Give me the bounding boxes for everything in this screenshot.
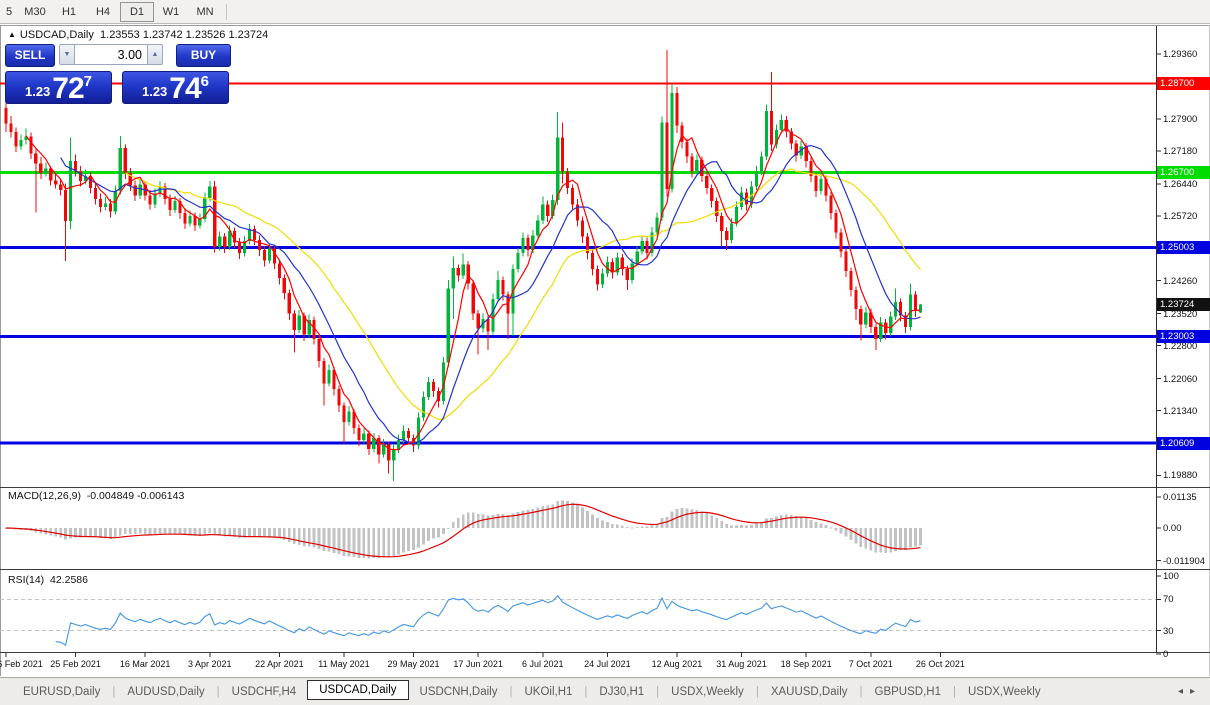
date-label: 26 Oct 2021 xyxy=(916,659,965,669)
sell-button[interactable]: SELL xyxy=(5,44,55,67)
date-label: 22 Apr 2021 xyxy=(255,659,304,669)
price-tick: 1.29360 xyxy=(1163,49,1197,60)
price-tick: 1.21340 xyxy=(1163,406,1197,417)
date-label: 11 May 2021 xyxy=(318,659,369,669)
current-price-badge: 1.23724 xyxy=(1157,298,1210,311)
price-tick: 1.27180 xyxy=(1163,146,1197,157)
macd-tick: -0.011904 xyxy=(1163,556,1205,567)
sell-price-pip: 7 xyxy=(84,73,92,90)
level-badge-1.20609: 1.20609 xyxy=(1157,437,1210,450)
tab-USDCHF-H4[interactable]: USDCHF,H4 xyxy=(221,682,308,702)
tab-scroll-arrows[interactable]: ◂▸ xyxy=(1178,686,1202,697)
tab-USDCAD-Daily[interactable]: USDCAD,Daily xyxy=(307,680,408,700)
buy-price-pip: 6 xyxy=(201,73,209,90)
date-label: 12 Aug 2021 xyxy=(652,659,703,669)
level-badge-1.26700: 1.26700 xyxy=(1157,166,1210,179)
one-click-trading-panel: SELL ▼ ▲ BUY 1.23 72 7 1.23 74 6 xyxy=(5,44,229,104)
chart-symbol: USDCAD,Daily xyxy=(20,29,94,41)
tab-UKOil-H1[interactable]: UKOil,H1 xyxy=(513,682,583,702)
mt4-window: 5M30H1H4D1W1MN ▲USDCAD,Daily 1.23553 1.2… xyxy=(0,0,1210,705)
date-label: 25 Feb 2021 xyxy=(50,659,101,669)
buy-button[interactable]: BUY xyxy=(176,44,231,67)
rsi-value: 42.2586 xyxy=(50,574,88,586)
macd-name: MACD(12,26,9) xyxy=(8,490,81,502)
rsi-tick: 100 xyxy=(1163,571,1179,582)
macd-tick: 0.00 xyxy=(1163,523,1182,534)
date-label: 6 Jul 2021 xyxy=(522,659,564,669)
level-badge-1.28700: 1.28700 xyxy=(1157,77,1210,90)
buy-price-main: 74 xyxy=(169,75,200,103)
sell-price-display[interactable]: 1.23 72 7 xyxy=(5,71,112,104)
chart-tab-bar: EURUSD,Daily|AUDUSD,Daily|USDCHF,H4USDCA… xyxy=(0,677,1210,705)
price-tick: 1.26440 xyxy=(1163,179,1197,190)
date-label: 24 Jul 2021 xyxy=(584,659,631,669)
chart-title: ▲ USDCAD,Daily 1.23553 1.23742 1.23526 1.… xyxy=(8,29,268,41)
volume-input[interactable] xyxy=(75,44,147,65)
price-tick: 1.24260 xyxy=(1163,276,1197,287)
date-label: 16 Mar 2021 xyxy=(120,659,171,669)
level-badge-1.25003: 1.25003 xyxy=(1157,241,1210,254)
volume-decrease-button[interactable]: ▼ xyxy=(59,44,75,65)
price-tick: 1.22060 xyxy=(1163,374,1197,385)
macd-label: MACD(12,26,9) -0.004849 -0.006143 xyxy=(8,490,184,502)
tab-USDX-Weekly[interactable]: USDX,Weekly xyxy=(957,682,1052,702)
tab-XAUUSD-Daily[interactable]: XAUUSD,Daily xyxy=(760,682,859,702)
date-label: 7 Oct 2021 xyxy=(849,659,893,669)
sell-price-main: 72 xyxy=(52,75,83,103)
symbol-marker-icon: ▲ xyxy=(8,30,16,39)
tab-USDX-Weekly[interactable]: USDX,Weekly xyxy=(660,682,755,702)
chart-canvas[interactable] xyxy=(0,0,1210,705)
price-tick: 1.19880 xyxy=(1163,470,1197,481)
rsi-tick: 70 xyxy=(1163,594,1174,605)
rsi-name: RSI(14) xyxy=(8,574,44,586)
date-label: 17 Jun 2021 xyxy=(453,659,503,669)
buy-price-prefix: 1.23 xyxy=(142,84,167,99)
date-label: 18 Sep 2021 xyxy=(781,659,832,669)
volume-increase-button[interactable]: ▲ xyxy=(147,44,163,65)
chart-ohlc-values: 1.23553 1.23742 1.23526 1.23724 xyxy=(100,29,268,41)
tab-EURUSD-Daily[interactable]: EURUSD,Daily xyxy=(12,682,111,702)
price-tick: 1.25720 xyxy=(1163,211,1197,222)
rsi-tick: 0 xyxy=(1163,649,1168,660)
macd-tick: 0.01135 xyxy=(1163,492,1197,503)
tab-USDCNH-Daily[interactable]: USDCNH,Daily xyxy=(409,682,509,702)
rsi-tick: 30 xyxy=(1163,626,1174,637)
date-label: 6 Feb 2021 xyxy=(0,659,43,669)
date-label: 29 May 2021 xyxy=(388,659,440,669)
level-badge-1.23003: 1.23003 xyxy=(1157,330,1210,343)
tab-AUDUSD-Daily[interactable]: AUDUSD,Daily xyxy=(116,682,215,702)
rsi-label: RSI(14) 42.2586 xyxy=(8,574,88,586)
tab-GBPUSD-H1[interactable]: GBPUSD,H1 xyxy=(864,682,952,702)
buy-price-display[interactable]: 1.23 74 6 xyxy=(122,71,229,104)
price-tick: 1.27900 xyxy=(1163,114,1197,125)
date-label: 31 Aug 2021 xyxy=(716,659,767,669)
macd-values: -0.004849 -0.006143 xyxy=(87,490,185,502)
tab-DJ30-H1[interactable]: DJ30,H1 xyxy=(588,682,655,702)
sell-price-prefix: 1.23 xyxy=(25,84,50,99)
date-label: 3 Apr 2021 xyxy=(188,659,232,669)
